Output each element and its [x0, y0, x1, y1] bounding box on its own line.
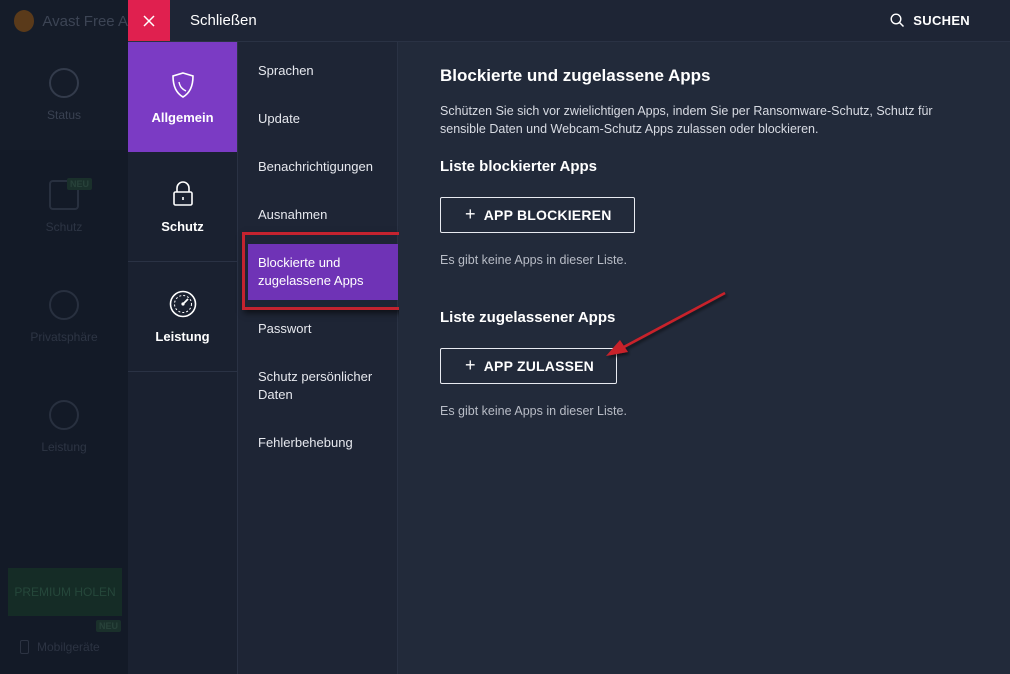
search-button[interactable]: SUCHEN: [890, 13, 970, 28]
block-app-label: APP BLOCKIEREN: [483, 207, 612, 223]
close-button[interactable]: [128, 0, 170, 41]
search-label: SUCHEN: [913, 13, 970, 28]
settings-subnav: Sprachen Update Benachrichtigungen Ausna…: [238, 42, 398, 674]
speedometer-icon: [168, 289, 198, 319]
category-label: Allgemein: [151, 109, 214, 125]
background-dim-overlay: [0, 150, 128, 674]
lock-icon: [168, 179, 198, 209]
settings-content: Blockierte und zugelassene Apps Schützen…: [399, 42, 1010, 674]
page-title: Blockierte und zugelassene Apps: [440, 66, 711, 85]
check-circle-icon: [49, 68, 79, 98]
background-app-sidebar: Avast Free A Status NEU Schutz Privatsph…: [0, 0, 128, 674]
avast-logo-icon: [14, 10, 35, 32]
bg-nav-status: Status: [0, 68, 128, 122]
plus-icon: +: [465, 354, 476, 375]
category-protection[interactable]: Schutz: [128, 152, 237, 262]
allowed-apps-heading: Liste zugelassener Apps: [440, 309, 616, 326]
plus-icon: +: [465, 203, 476, 224]
shield-icon: [168, 70, 198, 100]
background-app-title: Avast Free A: [42, 12, 128, 30]
subnav-item-password[interactable]: Passwort: [258, 320, 388, 338]
search-icon: [890, 13, 905, 28]
bg-nav-label: Status: [46, 108, 82, 122]
settings-category-nav: Allgemein Schutz Leistung: [128, 42, 238, 674]
blocked-apps-empty-note: Es gibt keine Apps in dieser Liste.: [440, 253, 627, 267]
settings-topbar: Schließen SUCHEN: [128, 0, 1010, 42]
block-app-button[interactable]: + APP BLOCKIEREN: [440, 197, 635, 233]
subnav-item-update[interactable]: Update: [258, 110, 388, 128]
subnav-item-troubleshooting[interactable]: Fehlerbehebung: [258, 434, 388, 452]
category-label: Schutz: [161, 219, 204, 234]
subnav-item-exceptions[interactable]: Ausnahmen: [258, 206, 388, 224]
category-label: Leistung: [155, 329, 210, 344]
category-general[interactable]: Allgemein: [128, 42, 237, 152]
subnav-item-languages[interactable]: Sprachen: [258, 62, 388, 80]
allowed-apps-empty-note: Es gibt keine Apps in dieser Liste.: [440, 404, 627, 418]
allow-app-button[interactable]: + APP ZULASSEN: [440, 348, 617, 384]
subnav-item-personal-data[interactable]: Schutz persönlicher Daten: [258, 368, 388, 404]
close-icon: [143, 14, 155, 27]
page-description: Schützen Sie sich vor zwielichtigen Apps…: [440, 104, 933, 136]
close-label[interactable]: Schließen: [190, 12, 257, 29]
subnav-item-blocked-allowed-apps[interactable]: Blockierte und zugelassene Apps: [248, 244, 398, 300]
category-performance[interactable]: Leistung: [128, 262, 237, 372]
subnav-item-notifications[interactable]: Benachrichtigungen: [258, 158, 388, 176]
background-titlebar: Avast Free A: [0, 0, 128, 42]
allow-app-label: APP ZULASSEN: [483, 358, 594, 374]
blocked-apps-heading: Liste blockierter Apps: [440, 158, 597, 175]
